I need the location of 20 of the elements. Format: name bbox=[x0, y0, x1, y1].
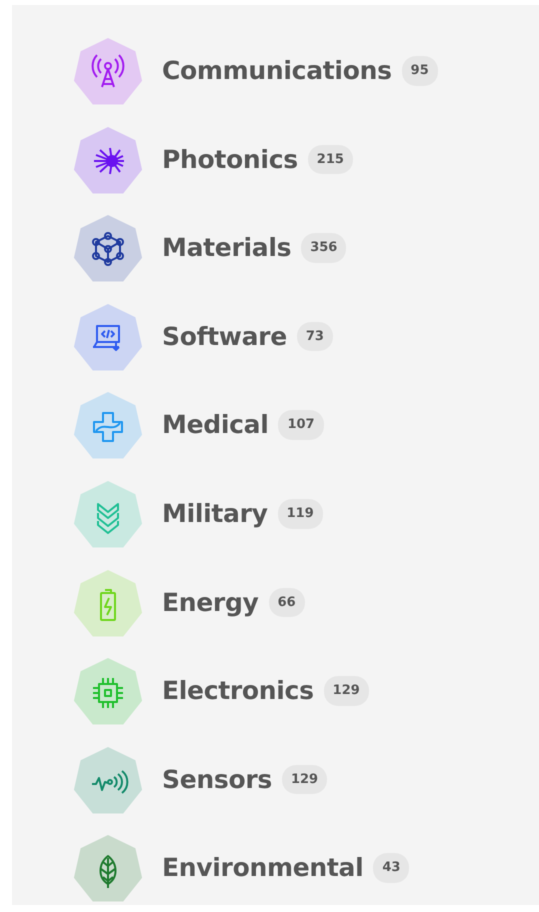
count-badge: 66 bbox=[268, 588, 305, 618]
count-badge: 107 bbox=[278, 410, 324, 440]
category-link[interactable]: Materials bbox=[162, 214, 292, 282]
category-link[interactable]: Energy bbox=[162, 568, 259, 637]
category-link[interactable]: Photonics bbox=[162, 126, 298, 194]
category-link[interactable]: Medical bbox=[162, 391, 268, 460]
category-link[interactable]: Military bbox=[162, 480, 268, 548]
count-badge: 119 bbox=[278, 499, 323, 529]
count-badge: 129 bbox=[324, 676, 369, 706]
count-badge: 95 bbox=[402, 56, 438, 86]
count-badge: 215 bbox=[308, 144, 353, 174]
count-badge: 356 bbox=[301, 233, 346, 263]
category-link[interactable]: Environmental bbox=[162, 834, 364, 902]
category-link[interactable]: Electronics bbox=[162, 657, 314, 726]
category-link[interactable]: Software bbox=[162, 302, 287, 371]
category-link[interactable]: Sensors bbox=[162, 746, 272, 814]
count-badge: 129 bbox=[282, 764, 328, 794]
category-link[interactable]: Communications bbox=[162, 37, 392, 105]
count-badge: 73 bbox=[296, 322, 333, 352]
count-badge: 43 bbox=[373, 853, 410, 883]
